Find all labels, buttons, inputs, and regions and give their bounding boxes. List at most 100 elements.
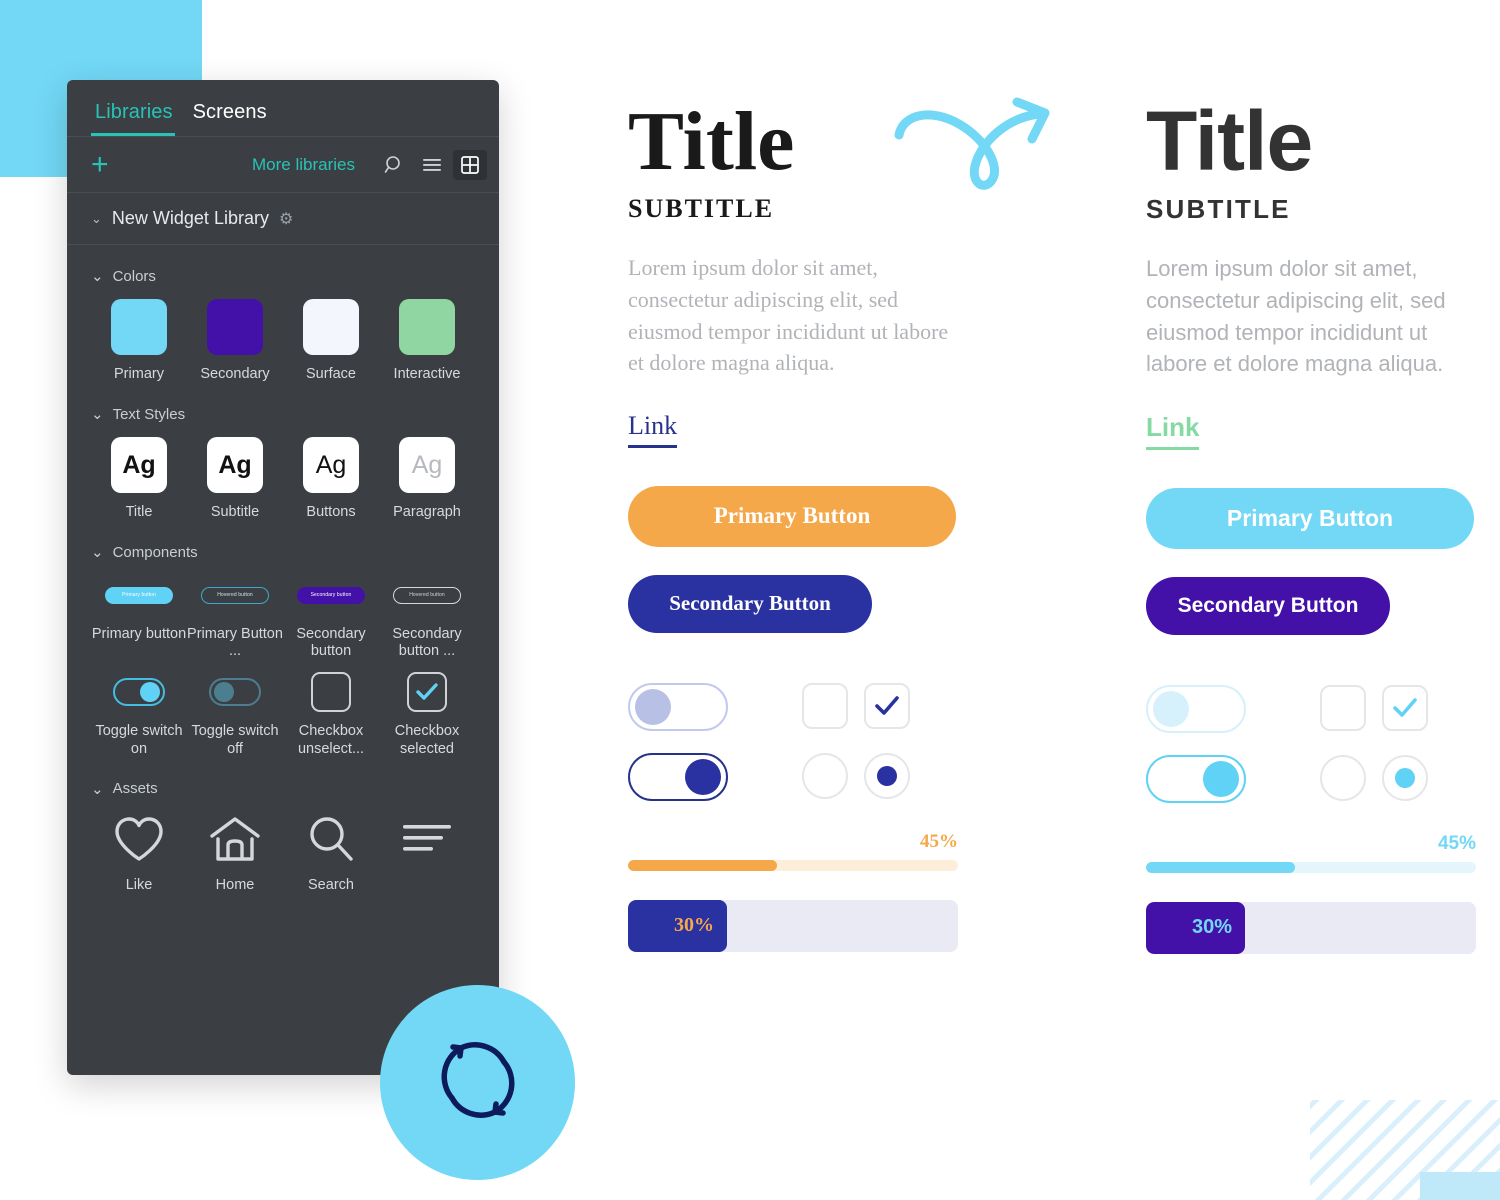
- section-title: Colors: [112, 267, 156, 285]
- mini-button-label: Secondary button: [297, 586, 365, 604]
- toggle-switch-off[interactable]: [1146, 684, 1246, 733]
- search-icon[interactable]: [377, 150, 411, 180]
- mini-button-outline-white: Hovered button: [393, 575, 461, 615]
- progress-bar-thick: 30%: [1146, 901, 1476, 954]
- text-style-title[interactable]: Ag Title: [91, 437, 187, 521]
- text-style-label: Title: [125, 504, 153, 521]
- radio-selected[interactable]: [864, 752, 910, 799]
- refresh-sync-badge[interactable]: [380, 985, 575, 1180]
- toggle-switch-on[interactable]: [1146, 754, 1246, 803]
- text-style-paragraph[interactable]: Ag Paragraph: [379, 437, 475, 521]
- library-header[interactable]: ⌄ New Widget Library ⚙: [67, 193, 499, 245]
- controls-block: [628, 682, 958, 815]
- component-secondary-button[interactable]: Secondary button Secondary button: [283, 575, 379, 660]
- page-title: Title: [1146, 94, 1313, 188]
- text-style-subtitle[interactable]: Ag Subtitle: [187, 437, 283, 521]
- gear-icon[interactable]: ⚙: [279, 209, 293, 229]
- section-assets: ⌄ Assets Like Home Search: [67, 780, 499, 894]
- asset-like[interactable]: Like: [91, 812, 187, 894]
- section-components-header[interactable]: ⌄ Components: [91, 543, 475, 562]
- curly-arrow-icon: [893, 92, 1083, 207]
- toggle-switch-on[interactable]: [628, 752, 728, 801]
- colors-grid: Primary Secondary Surface Interactive: [91, 299, 475, 383]
- progress-fill-label: 30%: [1146, 901, 1245, 954]
- checkbox-unselected[interactable]: [802, 682, 848, 729]
- checkbox-selected[interactable]: [1382, 684, 1428, 731]
- library-name: New Widget Library: [111, 208, 269, 228]
- components-grid-row1: Primary button Primary button Hovered bu…: [91, 575, 475, 660]
- add-library-button[interactable]: +: [91, 149, 121, 180]
- assets-grid: Like Home Search: [91, 812, 475, 894]
- page-subtitle: SUBTITLE: [1146, 194, 1291, 225]
- section-components: ⌄ Components Primary button Primary butt…: [67, 543, 499, 757]
- section-title: Components: [112, 543, 198, 561]
- checkbox-unselected-icon: [311, 672, 351, 713]
- section-text-styles-header[interactable]: ⌄ Text Styles: [91, 405, 475, 424]
- component-primary-button-hover[interactable]: Hovered button Primary Button ...: [187, 575, 283, 660]
- list-view-icon[interactable]: [415, 150, 449, 180]
- section-text-styles: ⌄ Text Styles Ag Title Ag Subtitle Ag Bu…: [67, 405, 499, 521]
- checkbox-selected[interactable]: [864, 682, 910, 729]
- asset-menu[interactable]: [379, 812, 475, 894]
- text-style-buttons[interactable]: Ag Buttons: [283, 437, 379, 521]
- component-secondary-button-hover[interactable]: Hovered button Secondary button ...: [379, 575, 475, 660]
- primary-button[interactable]: Primary Button: [1146, 487, 1474, 549]
- asset-label: Search: [308, 876, 354, 893]
- component-toggle-switch-off[interactable]: Toggle switch off: [187, 672, 283, 757]
- toggle-switch-off[interactable]: [628, 682, 728, 731]
- radio-dot: [877, 765, 897, 786]
- radio-unselected[interactable]: [802, 752, 848, 799]
- sample-link[interactable]: Link: [628, 411, 678, 448]
- color-swatch-secondary[interactable]: Secondary: [187, 299, 283, 383]
- checkbox-unselected[interactable]: [1320, 684, 1366, 731]
- primary-button[interactable]: Primary Button: [628, 485, 956, 547]
- radio-unselected[interactable]: [1320, 754, 1366, 801]
- mini-button-outline-cyan: Hovered button: [201, 575, 269, 615]
- component-checkbox-selected[interactable]: Checkbox selected: [379, 672, 475, 757]
- panel-toolbar: + More libraries: [67, 137, 499, 193]
- component-primary-button[interactable]: Primary button Primary button: [91, 575, 187, 660]
- section-assets-header[interactable]: ⌄ Assets: [91, 780, 475, 798]
- libraries-panel: Libraries Screens + More libraries ⌄ New…: [67, 80, 499, 1075]
- secondary-button[interactable]: Secondary Button: [1146, 576, 1390, 635]
- component-toggle-switch-on[interactable]: Toggle switch on: [91, 672, 187, 757]
- tab-screens[interactable]: Screens: [189, 101, 283, 136]
- progress-fill: [1146, 861, 1295, 873]
- more-libraries-link[interactable]: More libraries: [252, 155, 355, 175]
- color-swatch-surface[interactable]: Surface: [283, 299, 379, 383]
- mini-button-label: Hovered button: [201, 586, 269, 604]
- text-style-label: Paragraph: [393, 504, 461, 521]
- grid-view-icon[interactable]: [453, 149, 487, 180]
- ag-preview: Ag: [399, 437, 455, 494]
- progress-bar-thin: [1146, 861, 1476, 873]
- secondary-button[interactable]: Secondary Button: [628, 574, 872, 633]
- ag-preview: Ag: [207, 437, 263, 494]
- section-title: Assets: [112, 780, 158, 798]
- component-label: Checkbox selected: [394, 723, 460, 757]
- swatch-label: Surface: [306, 366, 356, 382]
- swatch-label: Interactive: [393, 366, 461, 382]
- controls-block: [1146, 684, 1476, 817]
- asset-label: Home: [215, 876, 255, 893]
- mini-button-filled-purple: Secondary button: [297, 575, 365, 615]
- mini-button-label: Primary button: [105, 586, 173, 604]
- component-checkbox-unselected[interactable]: Checkbox unselect...: [283, 672, 379, 757]
- radio-selected[interactable]: [1382, 754, 1428, 801]
- chevron-down-icon: ⌄: [91, 780, 104, 798]
- progress-thin-label: 45%: [1437, 832, 1476, 854]
- progress-thin-group: 45%: [628, 831, 958, 871]
- toggle-knob: [1203, 760, 1239, 797]
- asset-search[interactable]: Search: [283, 812, 379, 894]
- asset-home[interactable]: Home: [187, 812, 283, 894]
- chevron-down-icon: ⌄: [91, 406, 104, 424]
- sample-link[interactable]: Link: [1146, 412, 1200, 450]
- chevron-down-icon: ⌄: [91, 210, 102, 226]
- toggle-knob: [685, 758, 721, 795]
- progress-thin-label: 45%: [920, 830, 958, 852]
- color-swatch-primary[interactable]: Primary: [91, 299, 187, 383]
- tab-libraries[interactable]: Libraries: [91, 101, 189, 136]
- section-colors-header[interactable]: ⌄ Colors: [91, 267, 475, 286]
- toggle-knob: [1153, 690, 1189, 727]
- color-swatch-interactive[interactable]: Interactive: [379, 299, 475, 383]
- search-icon: [303, 812, 359, 866]
